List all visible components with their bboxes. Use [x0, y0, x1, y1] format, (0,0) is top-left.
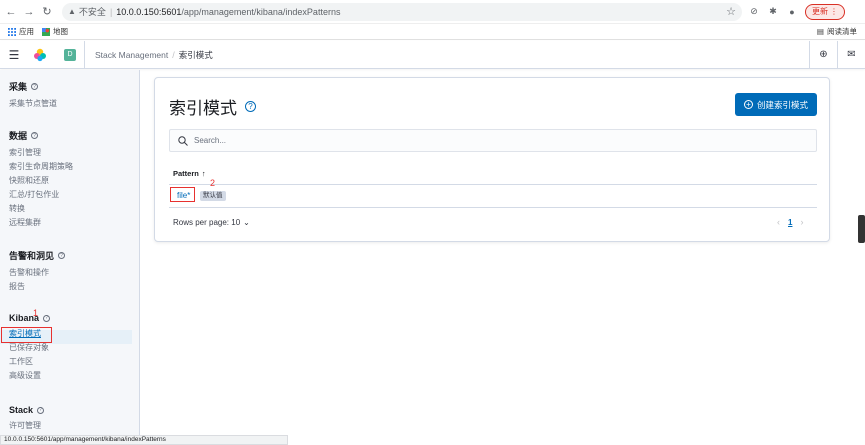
browser-toolbar: ← → ↻ ▲ 不安全 | 10.0.0.150:5601 /app/manag…	[0, 0, 865, 24]
newsfeed-icon[interactable]: ✉	[837, 40, 865, 69]
help-icon: ?	[43, 314, 51, 322]
maps-icon	[42, 27, 50, 36]
page-scrollbar[interactable]	[858, 215, 865, 243]
bookmarks-bar: 应用 地图 ▤ 阅读清单	[0, 24, 865, 40]
apps-grid-icon	[8, 27, 16, 36]
nav-item-ingest-pipelines[interactable]: 采集节点管道	[9, 97, 57, 111]
help-menu-icon[interactable]: ⊕	[809, 40, 837, 69]
reading-list[interactable]: ▤ 阅读清单	[817, 26, 857, 37]
kibana-header: ☰ D Stack Management / 索引模式 ⊕ ✉	[0, 40, 865, 69]
nav-group-ingest: 采集? 采集节点管道	[9, 80, 57, 111]
nav-item-spaces[interactable]: 工作区	[9, 355, 50, 369]
chevron-down-icon: ⌄	[243, 218, 250, 227]
help-icon: ?	[37, 406, 45, 414]
bookmark-apps-label: 应用	[19, 27, 34, 36]
help-icon[interactable]: ?	[245, 101, 256, 112]
nav-item-rollup[interactable]: 汇总/打包作业	[9, 188, 73, 202]
extension-icon[interactable]: ⊘	[747, 5, 761, 19]
nav-group-data: 数据? 索引管理 索引生命周期策略 快照和还原 汇总/打包作业 转换 远程集群	[9, 129, 73, 230]
help-icon: ?	[31, 83, 39, 90]
forward-icon[interactable]: →	[22, 5, 36, 19]
breadcrumb-separator: /	[172, 49, 175, 60]
browser-status-bar: 10.0.0.150:5601/app/management/kibana/in…	[0, 435, 288, 445]
nav-group-title: 数据?	[9, 129, 73, 142]
address-bar[interactable]: ▲ 不安全 | 10.0.0.150:5601 /app/management/…	[62, 2, 742, 21]
search-input[interactable]	[194, 136, 794, 145]
address-separator: |	[109, 6, 113, 17]
rows-per-page-button[interactable]: Rows per page: 10 ⌄	[173, 218, 250, 227]
hamburger-menu-icon[interactable]: ☰	[0, 48, 28, 62]
page-title-text: 索引模式	[169, 99, 237, 118]
insecure-label: 不安全	[78, 7, 106, 17]
annotation-box-1	[1, 327, 52, 343]
nav-item-reporting[interactable]: 报告	[9, 280, 65, 294]
nav-item-license[interactable]: 许可管理	[9, 419, 44, 433]
bookmark-apps[interactable]: 应用	[8, 26, 34, 37]
nav-item-snapshot[interactable]: 快照和还原	[9, 174, 73, 188]
header-divider	[169, 184, 817, 185]
nav-item-ilm[interactable]: 索引生命周期策略	[9, 160, 73, 174]
annotation-number-2: 2	[210, 178, 216, 188]
nav-item-transform[interactable]: 转换	[9, 202, 73, 216]
search-icon	[178, 135, 188, 146]
nav-item-remote-clusters[interactable]: 远程集群	[9, 216, 73, 230]
index-patterns-panel: 索引模式 ? + 创建索引模式 Pattern ↑ file* 默认值 Rows…	[154, 77, 830, 242]
nav-group-title: 采集?	[9, 80, 57, 93]
page-number-current[interactable]: 1	[788, 218, 792, 227]
nav-item-alerts-actions[interactable]: 告警和操作	[9, 266, 65, 280]
bookmark-maps-label: 地图	[53, 27, 68, 36]
search-box	[169, 129, 817, 152]
nav-group-kibana: Kibana? 索引模式 已保存对象 工作区 高级设置	[9, 313, 51, 383]
url-path: /app/management/kibana/indexPatterns	[181, 6, 341, 17]
bookmark-star-icon[interactable]: ☆	[726, 5, 736, 18]
annotation-box-2	[170, 187, 195, 202]
nav-group-title: Stack?	[9, 405, 45, 415]
row-divider	[169, 207, 817, 208]
create-index-pattern-button[interactable]: + 创建索引模式	[735, 93, 817, 116]
pagination: ‹ 1 ›	[777, 217, 803, 227]
sort-asc-icon: ↑	[201, 169, 206, 178]
help-icon: ?	[58, 252, 66, 259]
breadcrumb-current: 索引模式	[178, 49, 213, 60]
column-header-pattern[interactable]: Pattern ↑	[173, 169, 206, 178]
management-sidebar: 采集? 采集节点管道 数据? 索引管理 索引生命周期策略 快照和还原 汇总/打包…	[0, 70, 140, 435]
nav-group-title: Kibana?	[9, 313, 51, 323]
more-icon: ⋮	[830, 7, 838, 16]
warning-icon: ▲	[68, 7, 76, 16]
next-page-icon[interactable]: ›	[800, 217, 803, 227]
nav-item-saved-objects[interactable]: 已保存对象	[9, 341, 50, 355]
back-icon[interactable]: ←	[4, 5, 18, 19]
plus-icon: +	[743, 100, 753, 109]
reload-icon[interactable]: ↻	[40, 5, 54, 19]
nav-item-index-management[interactable]: 索引管理	[9, 146, 73, 160]
default-badge: 默认值	[200, 191, 226, 201]
update-label: 更新	[812, 7, 828, 16]
nav-group-alerts: 告警和洞见? 告警和操作 报告	[9, 249, 66, 294]
nav-group-stack: Stack? 许可管理	[9, 405, 45, 433]
reading-list-label: 阅读清单	[827, 27, 857, 36]
nav-item-advanced-settings[interactable]: 高级设置	[9, 369, 50, 383]
bookmark-maps[interactable]: 地图	[42, 26, 68, 37]
url-host: 10.0.0.150:5601	[116, 6, 182, 17]
update-button[interactable]: 更新 ⋮	[805, 3, 845, 20]
nav-group-title: 告警和洞见?	[9, 249, 66, 262]
create-label: 创建索引模式	[756, 99, 808, 110]
page-title: 索引模式 ?	[169, 94, 256, 119]
header-divider	[84, 40, 85, 69]
elastic-logo-icon[interactable]	[30, 45, 50, 65]
reading-list-icon: ▤	[816, 27, 824, 36]
profile-icon[interactable]: ●	[785, 5, 799, 19]
annotation-number-1: 1	[33, 308, 39, 318]
breadcrumb-root[interactable]: Stack Management	[95, 50, 168, 60]
puzzle-icon[interactable]: ✱	[766, 5, 780, 19]
prev-page-icon[interactable]: ‹	[777, 217, 780, 227]
space-avatar[interactable]: D	[64, 48, 76, 61]
help-icon: ?	[31, 132, 39, 139]
